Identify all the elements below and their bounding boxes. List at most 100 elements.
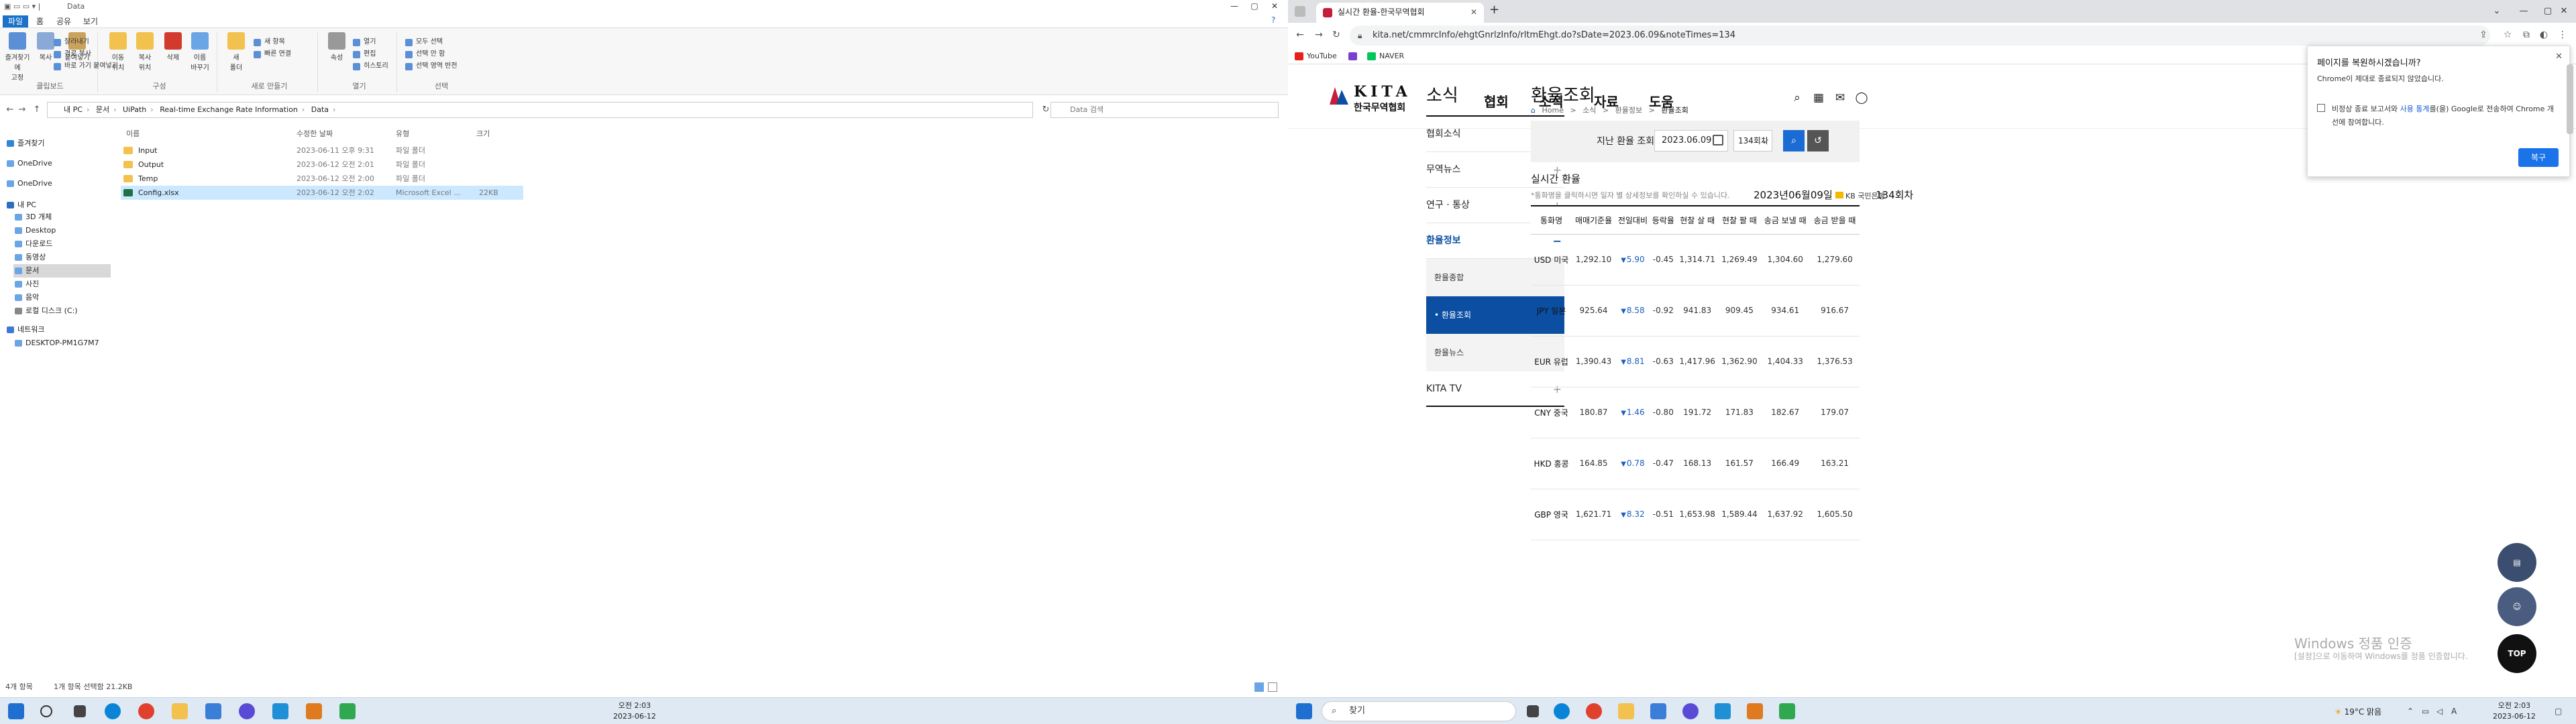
nav-computer[interactable]: DESKTOP-PM1G7M7 [13,337,99,350]
chat-widget-icon[interactable]: ▤ [2498,543,2536,582]
file-row[interactable]: Temp 2023-06-12 오전 2:00 파일 폴더 [121,172,523,186]
column-type[interactable]: 유형 [396,127,409,141]
address-segment[interactable]: Data [311,105,329,114]
edge-icon[interactable] [105,703,121,719]
round-select[interactable]: 134회차 ⌄ [1733,130,1772,152]
network-icon[interactable]: ▭ [2422,707,2429,716]
weather-widget[interactable]: ☀ 19°C 맑음 [2334,706,2381,717]
windows-start-icon[interactable] [8,703,24,719]
chevron-down-icon[interactable]: ⌄ [2482,0,2512,23]
file-row[interactable]: Config.xlsx 2023-06-12 오전 2:02 Microsoft E… [121,186,523,200]
chevron-up-icon[interactable]: ⌃ [2407,707,2414,716]
address-segment[interactable]: 문서 [96,105,109,114]
ime-indicator[interactable]: A [2451,707,2457,716]
breadcrumb-item[interactable]: Home [1542,106,1563,115]
store-icon[interactable] [1650,703,1666,719]
mail-icon[interactable]: ✉ [1833,91,1847,106]
large-icons-view-icon[interactable] [1268,682,1277,692]
search-button[interactable]: ⌕ [1783,130,1805,152]
forward-icon[interactable]: → [15,103,30,117]
file-explorer-icon[interactable] [172,703,188,719]
edge-icon[interactable] [1554,703,1570,719]
nav-videos[interactable]: 동영상 [13,251,46,264]
copy-to-button[interactable]: 복사 위치 [130,32,160,72]
clock-right[interactable]: 오전 2:03 2023-06-12 [2493,701,2536,722]
explorer-search-input[interactable]: Data 검색 [1051,102,1279,118]
bookmark-star-icon[interactable]: ☆ [2501,29,2514,40]
chatbot-avatar-icon[interactable]: ☺ [2498,587,2536,626]
move-to-button[interactable]: 이동 위치 [103,32,133,72]
nav-onedrive[interactable]: OneDrive [5,157,52,170]
gnav-association[interactable]: 협회 [1484,91,1509,111]
reload-icon[interactable]: ↻ [1330,29,1343,40]
currency-cell[interactable]: HKD 홍콩 [1531,438,1572,489]
bookmark-youtube[interactable]: YouTube [1295,51,1337,62]
select-none-button[interactable]: 선택 안 함 [405,48,445,60]
logo-text-en[interactable]: KITA [1354,83,1411,101]
app-green-icon[interactable] [339,703,356,719]
nav-music[interactable]: 음악 [13,291,39,304]
easy-access-button[interactable]: 빠른 연결 [254,48,291,60]
chrome-icon[interactable] [1586,703,1602,719]
close-tab-icon[interactable]: ✕ [1470,3,1477,21]
currency-cell[interactable]: JPY 일본 [1531,285,1572,337]
breadcrumb-item[interactable]: 소식 [1582,106,1596,115]
tab-file[interactable]: 파일 [3,15,29,27]
url-bar[interactable]: 🔒︎ kita.net/cmmrcInfo/ehgtGnrlzInfo/rltm… [1350,25,2490,46]
nav-documents[interactable]: 문서 [13,264,111,278]
back-icon[interactable]: ← [1293,29,1307,40]
new-tab-icon[interactable]: + [1489,3,1499,17]
open-button[interactable]: 열기 [353,36,376,48]
tab-view[interactable]: 보기 [78,15,103,27]
nav-desktop[interactable]: Desktop [13,224,56,237]
windows-start-icon[interactable] [1296,703,1312,719]
bookmark-purple[interactable] [1348,51,1358,62]
up-icon[interactable]: ↑ [30,103,44,117]
nav-onedrive-2[interactable]: OneDrive [5,177,52,190]
lock-icon[interactable]: 🔒︎ [1358,25,1362,46]
file-row[interactable]: Output 2023-06-12 오전 2:01 파일 폴더 [121,158,523,172]
new-folder-button[interactable]: 새 폴더 [221,32,251,72]
chrome-icon[interactable] [138,703,154,719]
pin-quick-access-button[interactable]: 즐겨찾기에 고정 [3,32,32,82]
properties-button[interactable]: 속성 [322,32,352,62]
calendar-icon[interactable] [1713,135,1723,145]
invert-selection-button[interactable]: 선택 영역 반전 [405,60,458,72]
volume-icon[interactable]: ◁ [2436,707,2443,716]
task-view-icon[interactable] [74,705,86,717]
column-modified[interactable]: 수정한 날짜 [297,127,333,141]
history-button[interactable]: 히스토리 [353,60,388,72]
address-segment[interactable]: UiPath [123,105,146,114]
cut-button[interactable]: 잘라내기 [54,36,89,48]
select-all-button[interactable]: 모두 선택 [405,36,443,48]
kita-logo-icon[interactable] [1330,87,1348,105]
tab-home[interactable]: 홈 [31,15,49,27]
address-bar[interactable]: 내 PC › 문서 › UiPath › Real-time Exchange Rat… [47,102,1033,118]
currency-cell[interactable]: EUR 유럽 [1531,336,1572,387]
extensions-icon[interactable]: ⧉ [2520,29,2533,40]
delete-button[interactable]: 삭제 [158,32,188,62]
share-icon[interactable]: ⇪ [2477,29,2490,40]
usage-stats-link[interactable]: 사용 통계 [2400,105,2430,113]
close-button[interactable]: ✕ [1261,0,1288,12]
nav-3d-objects[interactable]: 3D 개체 [13,210,52,224]
new-item-button[interactable]: 새 항목 [254,36,285,48]
home-icon[interactable]: ⌂ [1531,106,1536,115]
nav-downloads[interactable]: 다운로드 [13,237,52,251]
notification-icon[interactable]: ▢ [2555,707,2562,716]
more-menu-icon[interactable]: ⋮ [2556,29,2569,40]
currency-cell[interactable]: USD 미국 [1531,234,1572,286]
tab-share[interactable]: 공유 [51,15,76,27]
reset-button[interactable]: ↺ [1807,130,1829,152]
currency-cell[interactable]: GBP 영국 [1531,489,1572,540]
nav-network[interactable]: 네트워크 [5,323,44,337]
column-name[interactable]: 이름 [126,127,140,141]
user-icon[interactable]: ◯ [1854,91,1869,106]
store-icon[interactable] [205,703,221,719]
details-view-icon[interactable] [1254,682,1264,692]
date-input[interactable]: 2023.06.09 [1654,130,1728,152]
uipath-icon[interactable] [1715,703,1731,719]
taskbar-search-input[interactable]: ⌕ 찾기 [1322,701,1516,721]
logo-text-ko[interactable]: 한국무역협회 [1354,101,1405,114]
stats-checkbox[interactable] [2317,104,2325,112]
